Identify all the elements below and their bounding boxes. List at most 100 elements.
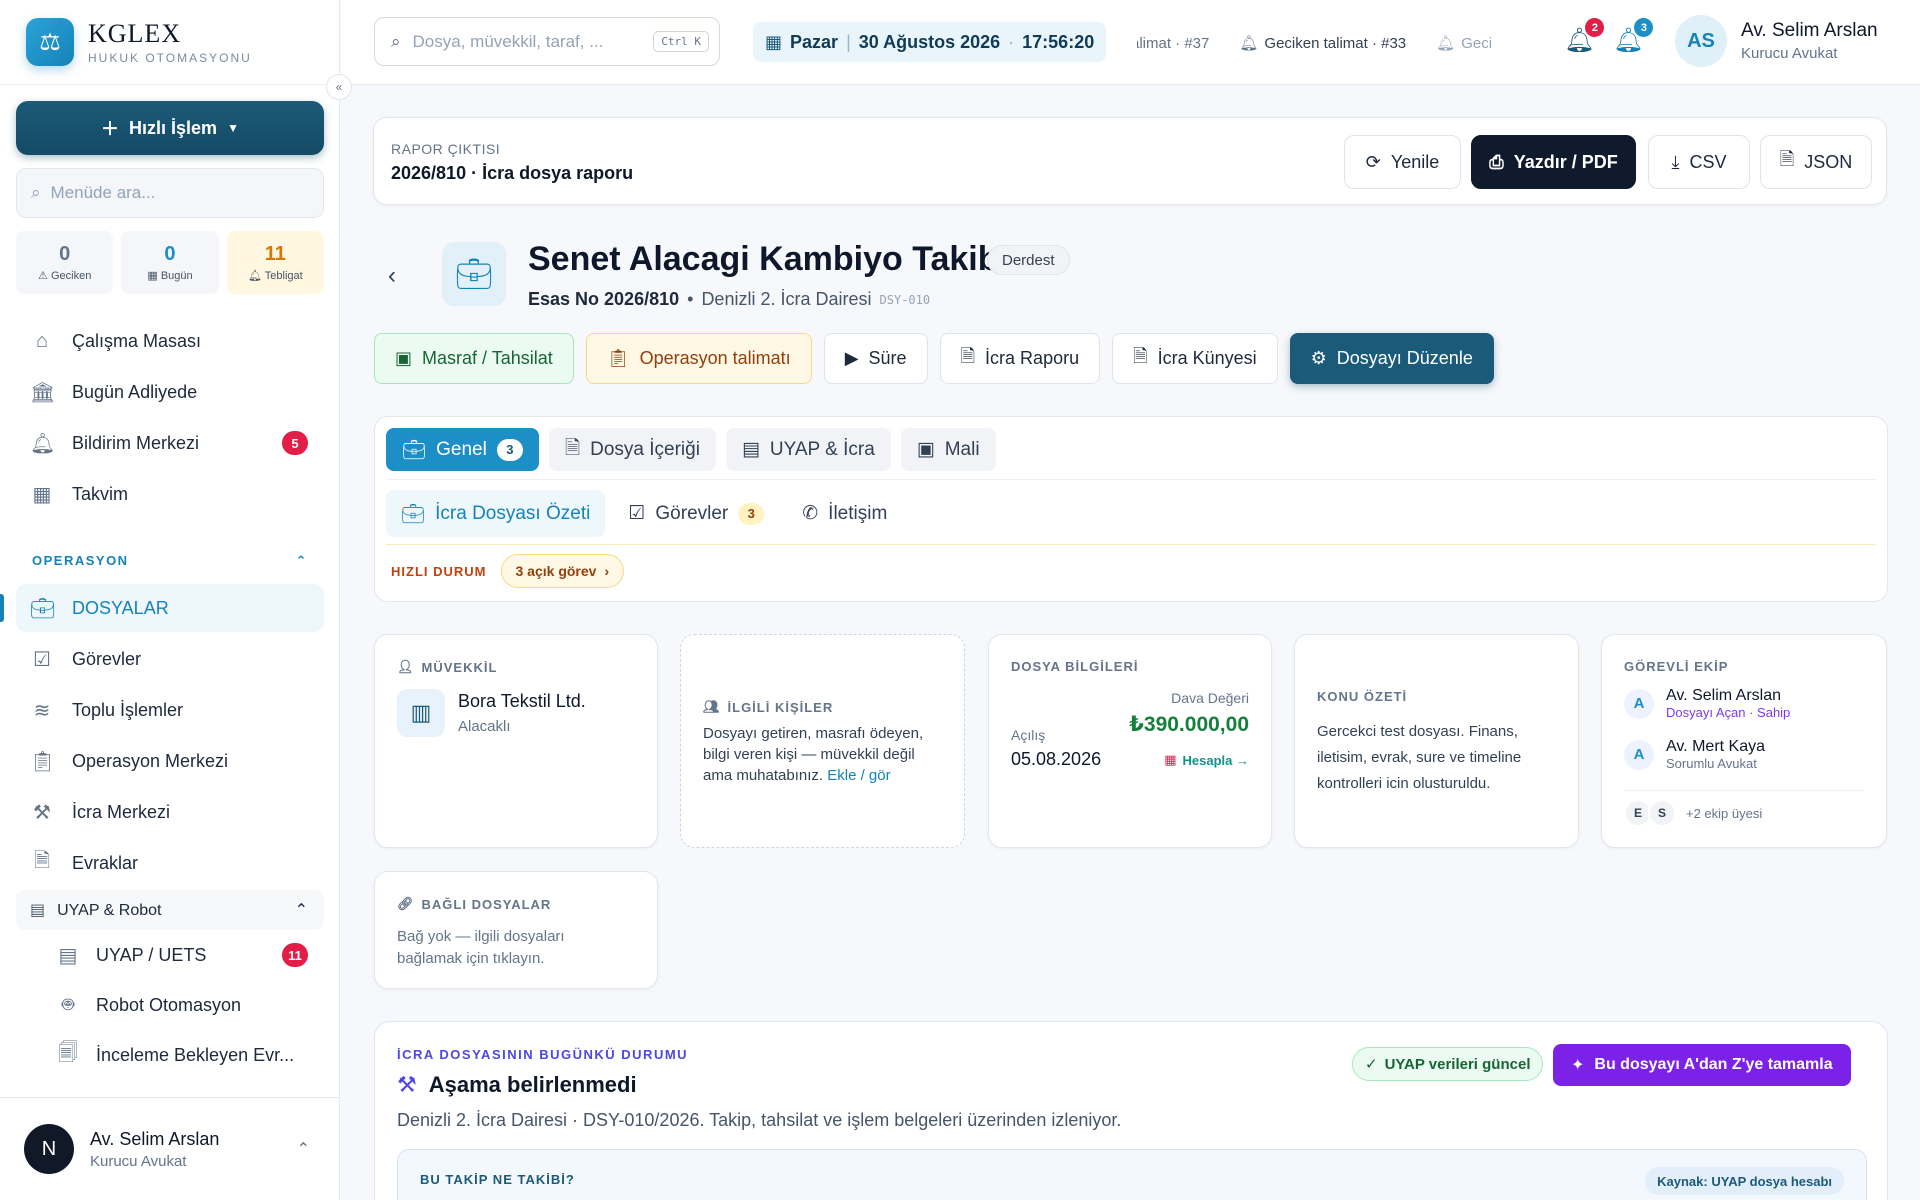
json-button[interactable]: 🗎 JSON xyxy=(1760,135,1872,189)
sidebar: ⚖ KGLEX HUKUK OTOMASYONU ＋ Hızlı İşlem ▼… xyxy=(0,0,340,1200)
menu-search-input[interactable]: ⌕ Menüde ara... xyxy=(16,168,324,218)
play-icon: ▶ xyxy=(844,348,859,368)
kunye-label: İcra Künyesi xyxy=(1157,348,1257,368)
user-role: Kurucu Avukat xyxy=(90,1152,187,1170)
open-tasks-pill[interactable]: 3 açık görev › xyxy=(500,554,625,588)
section-operasyon[interactable]: OPERASYON ⌃ xyxy=(32,553,308,569)
user-name: Av. Selim Arslan xyxy=(90,1128,220,1149)
report-label: RAPOR ÇIKTISI xyxy=(391,141,501,157)
counter-label: Tebligat xyxy=(264,270,303,282)
subtab-label: İletişim xyxy=(828,502,888,524)
counter-overdue[interactable]: 0 ⚠ Geciken xyxy=(16,231,114,294)
expense-button[interactable]: ▣ Masraf / Tahsilat xyxy=(374,333,574,384)
tab-uyap-enforcement[interactable]: ▤ UYAP & İcra xyxy=(725,428,891,471)
summary-card[interactable]: KONU ÖZETİ Gercekci test dosyası. Finans… xyxy=(1294,634,1579,848)
sidebar-item-label: Takvim xyxy=(72,483,129,504)
duration-button[interactable]: ▶ Süre xyxy=(823,333,928,384)
alerts-bell-button[interactable]: 🔔︎ 2 xyxy=(1564,18,1605,55)
day-name: Pazar xyxy=(790,31,839,52)
enforcement-kunye-button[interactable]: 🗎 İcra Künyesi xyxy=(1112,333,1278,384)
duration-label: Süre xyxy=(868,348,907,368)
user-menu[interactable]: AS Av. Selim Arslan Kurucu Avukat xyxy=(1675,15,1878,67)
team-extra[interactable]: E S +2 ekip üyesi xyxy=(1624,799,1762,827)
nav-ops: 💼︎ DOSYALAR ☑ Görevler ≋ Toplu İşlemler … xyxy=(0,584,324,1080)
counter-today[interactable]: 0 ▦ Bugün xyxy=(121,231,219,294)
sidebar-item-tasks[interactable]: ☑ Görevler xyxy=(16,635,324,683)
sidebar-item-bulk[interactable]: ≋ Toplu İşlemler xyxy=(16,686,324,734)
json-label: JSON xyxy=(1804,151,1853,172)
ticker-item[interactable]: Geci xyxy=(1461,35,1492,52)
operation-instruction-button[interactable]: 📋︎ Operasyon talimatı xyxy=(585,333,812,384)
member-name: Av. Mert Kaya xyxy=(1666,738,1765,755)
sidebar-item-enforcement[interactable]: ⚒ İcra Merkezi xyxy=(16,788,324,836)
team-member[interactable]: A Av. Mert Kaya Sorumlu Avukat xyxy=(1624,738,1765,771)
sidebar-item-review[interactable]: 🗐 İnceleme Bekleyen Evr... xyxy=(16,1030,324,1080)
csv-button[interactable]: ⤓ CSV xyxy=(1648,135,1750,189)
calculate-label: Hesapla → xyxy=(1182,752,1249,768)
nav-top: ⌂ Çalışma Masası 🏛︎ Bugün Adliyede 🔔︎ Bi… xyxy=(16,317,324,521)
sidebar-item-robot[interactable]: 🤖︎ Robot Otomasyon xyxy=(16,980,324,1030)
briefcase-icon: 💼︎ xyxy=(30,597,56,620)
sidebar-user[interactable]: N Av. Selim Arslan Kurucu Avukat ⌃ xyxy=(0,1097,340,1200)
brand[interactable]: ⚖ KGLEX HUKUK OTOMASYONU xyxy=(0,0,339,85)
group-uyap-robot[interactable]: ▤ UYAP & Robot ⌃ xyxy=(16,890,324,930)
clipboard-icon: 📋︎ xyxy=(30,750,56,773)
menu-search-placeholder: Menüde ara... xyxy=(50,183,156,202)
layers-icon: ≋ xyxy=(33,699,51,722)
edit-file-button[interactable]: ⚙ Dosyayı Düzenle xyxy=(1289,333,1494,384)
sidebar-item-documents[interactable]: 🗎 Evraklar xyxy=(16,839,324,887)
calculate-link[interactable]: ▦ Hesapla → xyxy=(1164,752,1249,768)
calendar-icon: ▦ xyxy=(32,483,52,506)
add-view-link[interactable]: Ekle / gör xyxy=(827,767,890,784)
double-chevron-left-icon: « xyxy=(335,80,343,94)
global-search-input[interactable]: ⌕ Dosya, müvekkil, taraf, ... Ctrl K xyxy=(374,17,720,66)
csv-label: CSV xyxy=(1689,151,1727,172)
subtab-summary[interactable]: 💼︎ İcra Dosyası Özeti xyxy=(386,490,606,537)
enforcement-report-button[interactable]: 🗎 İcra Raporu xyxy=(939,333,1101,384)
status-badge: Derdest xyxy=(987,245,1070,275)
quick-action-button[interactable]: ＋ Hızlı İşlem ▼ xyxy=(16,101,324,155)
file-info-card[interactable]: DOSYA BİLGİLERİ Dava Değeri ₺390.000,00 … xyxy=(988,634,1272,848)
uyap-badge: 11 xyxy=(282,943,308,967)
print-pdf-button[interactable]: ⎙ Yazdır / PDF xyxy=(1471,135,1636,189)
gavel-icon: ⚒ xyxy=(397,1072,417,1097)
team-card[interactable]: GÖREVLİ EKİP A Av. Selim Arslan Dosyayı … xyxy=(1601,634,1887,848)
refresh-button[interactable]: ⟳ Yenile xyxy=(1344,135,1461,189)
notifications-bell-button[interactable]: 🔔︎ 3 xyxy=(1613,18,1654,55)
document-icon: 🗎 xyxy=(33,850,51,872)
file-subtitle: Esas No 2026/810 • Denizli 2. İcra Daire… xyxy=(528,289,931,309)
linked-files-card[interactable]: 🔗︎ BAĞLI DOSYALAR Bağ yok — ilgili dosya… xyxy=(374,871,658,989)
sidebar-item-calendar[interactable]: ▦ Takvim xyxy=(16,470,324,518)
sidebar-item-files[interactable]: 💼︎ DOSYALAR xyxy=(0,584,324,632)
chevron-right-icon: › xyxy=(604,563,610,579)
collapse-sidebar-button[interactable]: « xyxy=(326,74,352,100)
sidebar-item-uyap[interactable]: ▤ UYAP / UETS 11 xyxy=(16,930,324,980)
member-name: Av. Selim Arslan xyxy=(1666,687,1782,704)
avatar: A xyxy=(1624,739,1654,770)
print-label: Yazdır / PDF xyxy=(1513,151,1618,172)
edit-label: Dosyayı Düzenle xyxy=(1336,348,1473,368)
counter-notification[interactable]: 11 🔔︎ Tebligat xyxy=(226,231,324,294)
file-search-icon: 🗐 xyxy=(58,1042,78,1064)
complete-file-button[interactable]: ✦ Bu dosyayı A'dan Z'ye tamamla xyxy=(1553,1044,1851,1086)
ticker-item[interactable]: Geciken talimat · #33 xyxy=(1264,35,1406,52)
sidebar-item-notifications[interactable]: 🔔︎ Bildirim Merkezi 5 xyxy=(16,419,324,467)
back-button[interactable]: ‹ xyxy=(388,262,396,290)
sidebar-item-workspace[interactable]: ⌂ Çalışma Masası xyxy=(16,317,324,365)
tab-file-content[interactable]: 🗎 Dosya İçeriği xyxy=(548,428,716,471)
sidebar-item-operations[interactable]: 📋︎ Operasyon Merkezi xyxy=(16,737,324,785)
alert-ticker[interactable]: alimat · #37 🔔︎ Geciken talimat · #33 🔔︎ G… xyxy=(1137,26,1522,60)
chevron-down-icon: ▼ xyxy=(227,121,239,135)
related-people-card[interactable]: 👥︎ İLGİLİ KİŞİLER Dosyayı getiren, masra… xyxy=(680,634,965,848)
tab-finance[interactable]: ▣ Mali xyxy=(900,428,996,471)
subtab-contact[interactable]: ✆ İletişim xyxy=(787,490,902,537)
tab-general[interactable]: 💼︎ Genel 3 xyxy=(386,428,539,471)
subtab-tasks[interactable]: ☑ Görevler 3 xyxy=(613,490,779,537)
divider xyxy=(1624,790,1864,791)
chevron-up-icon: ⌃ xyxy=(294,902,308,919)
topbar: ⌕ Dosya, müvekkil, taraf, ... Ctrl K ▦ P… xyxy=(341,0,1920,85)
ticker-item[interactable]: alimat · #37 xyxy=(1137,35,1209,52)
client-card[interactable]: 👤︎ MÜVEKKİL ▥ Bora Tekstil Ltd. Alacaklı xyxy=(374,634,658,848)
sidebar-item-courthouse[interactable]: 🏛︎ Bugün Adliyede xyxy=(16,368,324,416)
team-member[interactable]: A Av. Selim Arslan Dosyayı Açan · Sahip xyxy=(1624,687,1790,720)
